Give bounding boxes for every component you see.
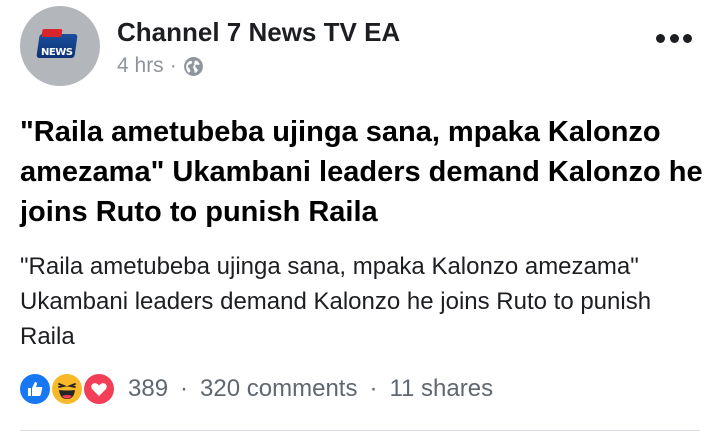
post-divider (20, 430, 700, 431)
reactions-count[interactable]: 389 (128, 375, 168, 403)
love-icon (82, 372, 116, 406)
post-headline[interactable]: "Raila ametubeba ujinga sana, mpaka Kalo… (20, 112, 710, 232)
post-meta: 4 hrs · (117, 54, 204, 78)
engagement-stats: 389 · 320 comments · 11 shares (128, 375, 493, 403)
like-icon (18, 372, 52, 406)
stats-separator: · (369, 375, 378, 402)
page-name-link[interactable]: Channel 7 News TV EA (117, 17, 400, 48)
channel-logo-text: NEWS (41, 47, 73, 58)
post-body-text: "Raila ametubeba ujinga sana, mpaka Kalo… (20, 253, 652, 350)
shares-count-link[interactable]: 11 shares (389, 375, 493, 403)
reaction-icons[interactable] (18, 370, 122, 408)
stats-separator: · (180, 375, 189, 402)
globe-icon[interactable] (183, 56, 204, 77)
post-timestamp[interactable]: 4 hrs (117, 54, 164, 78)
news-feed-post: NEWS Channel 7 News TV EA 4 hrs · "Raila… (0, 0, 720, 433)
channel-logo-accent (41, 29, 63, 37)
haha-icon (50, 372, 84, 406)
meta-separator: · (169, 54, 177, 77)
comments-count-link[interactable]: 320 comments (200, 375, 357, 403)
more-options-icon[interactable] (656, 30, 692, 46)
page-avatar[interactable]: NEWS (20, 6, 100, 86)
reactions-bar: 389 · 320 comments · 11 shares (18, 370, 493, 408)
